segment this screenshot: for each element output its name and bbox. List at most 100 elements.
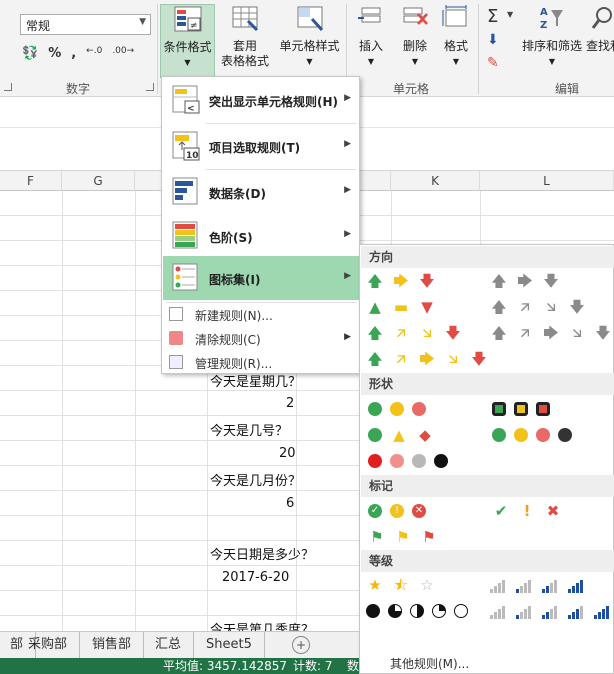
grid-line	[135, 191, 136, 631]
submenu-arrow-icon: ▶	[344, 332, 351, 342]
format-button[interactable]: 格式 ▼	[438, 4, 474, 69]
icon-set-4-red-to-black[interactable]	[368, 450, 448, 472]
prev-group-launcher[interactable]	[4, 83, 12, 91]
menu-data-bars[interactable]: 数据条(D) ▶	[163, 170, 359, 214]
add-sheet-icon[interactable]: +	[292, 636, 310, 654]
icon-set-5-arrows-colored[interactable]: 🡅 🡭 🡆 🡮 🡇	[366, 348, 488, 370]
boxes-4-icon	[366, 630, 382, 644]
menu-icon-sets[interactable]: 图标集(I) ▶	[163, 256, 359, 300]
delete-button[interactable]: 删除 ▼	[396, 4, 434, 69]
cell-answer-day[interactable]: 20	[279, 446, 296, 461]
check-circle-icon: ✓	[368, 504, 382, 518]
x-icon: ✖	[546, 502, 560, 520]
yellow-flag-icon: ⚑	[396, 528, 410, 546]
column-header-k[interactable]: K	[391, 171, 480, 191]
menu-manage-rules[interactable]: 管理规则(R)...	[163, 351, 359, 373]
arrow-upright-icon: 🡭	[396, 350, 406, 368]
pink-circle-icon	[390, 454, 404, 468]
sheet-tab-purchasing[interactable]: 采购部	[16, 632, 81, 658]
signal-bars-icon	[594, 603, 612, 619]
exclamation-circle-icon: !	[390, 504, 404, 518]
color-scales-icon	[172, 221, 198, 249]
cell-question-date[interactable]: 今天日期是多少？	[210, 544, 314, 563]
sort-filter-button[interactable]: A Z 排序和筛选 ▼	[520, 4, 584, 69]
icon-set-3-arrows-colored[interactable]: 🡅 🡆 🡇	[366, 270, 436, 292]
icon-set-3-arrows-gray[interactable]: 🡅 🡆 🡇	[490, 270, 560, 292]
number-format-dropdown[interactable]: 常规 ▼	[20, 14, 151, 35]
increase-decimal-button[interactable]: ←.0	[86, 46, 102, 61]
red-light-icon	[536, 402, 550, 416]
green-circle-icon	[368, 428, 382, 442]
menu-color-scales[interactable]: 色阶(S) ▶	[163, 214, 359, 258]
format-label: 格式	[443, 39, 468, 53]
menu-item-label: 图标集(I)	[209, 273, 261, 287]
icon-set-5-quarters[interactable]	[366, 600, 468, 622]
menu-item-label: 管理规则(R)...	[195, 357, 273, 371]
insert-cells-icon	[358, 7, 381, 23]
icon-set-4-ratings[interactable]	[490, 574, 586, 596]
icon-set-5-boxes[interactable]	[366, 626, 478, 648]
star-half-icon: ⯪	[393, 576, 409, 594]
icon-set-3-triangles[interactable]: ▲ ▬ ▼	[366, 296, 436, 318]
cell-answer-month[interactable]: 6	[286, 496, 294, 511]
icon-set-3-traffic-lights[interactable]	[368, 398, 426, 420]
column-header-g[interactable]: G	[62, 171, 135, 191]
cell-question-day[interactable]: 今天是几号？	[210, 420, 288, 439]
find-select-label: 查找和	[586, 39, 614, 53]
icon-set-3-symbols-circled[interactable]: ✓ ! ✕	[368, 500, 426, 522]
cell-styles-button[interactable]: 单元格样式 ▼	[277, 4, 342, 69]
find-select-button[interactable]: 查找和	[586, 4, 614, 54]
icon-set-5-ratings[interactable]	[490, 600, 612, 622]
cell-question-month[interactable]: 今天是几月份？	[210, 470, 301, 489]
icon-set-5-arrows-gray[interactable]: 🡅 🡭 🡆 🡮 🡇	[490, 322, 612, 344]
sort-filter-label: 排序和筛选	[521, 39, 582, 53]
sheet-tab-sales[interactable]: 销售部	[80, 632, 145, 658]
icon-set-3-flags[interactable]: ⚑ ⚑ ⚑	[368, 526, 438, 548]
arrow-downright-icon: 🡮	[546, 298, 556, 316]
number-group-launcher[interactable]	[146, 83, 154, 91]
arrow-upright-icon: 🡭	[520, 298, 530, 316]
decrease-decimal-button[interactable]: .00→	[112, 46, 134, 61]
icon-set-4-arrows-gray[interactable]: 🡅 🡭 🡮 🡇	[490, 296, 586, 318]
arrow-up-icon: 🡅	[367, 350, 383, 368]
menu-item-label: 突出显示单元格规则(H)	[209, 95, 339, 109]
icon-set-3-traffic-lights-rimmed[interactable]	[492, 398, 550, 420]
clear-icon[interactable]: ✎	[487, 55, 499, 71]
menu-top-bottom-rules[interactable]: 10 项目选取规则(T) ▶	[163, 124, 359, 168]
cell-answer-date[interactable]: 2017-6-20	[222, 570, 289, 585]
cell-answer-weekday[interactable]: 2	[286, 396, 294, 411]
accounting-format-icon[interactable]: 💱	[22, 46, 38, 61]
menu-new-rule[interactable]: 新建规则(N)...	[163, 303, 359, 325]
icon-set-3-stars[interactable]: ★ ⯪ ☆	[366, 574, 436, 596]
comma-button[interactable]: ,	[71, 46, 76, 61]
sheet-tab-sheet5[interactable]: Sheet5	[194, 632, 265, 658]
star-full-icon: ★	[368, 576, 382, 594]
boxes-2-icon	[414, 630, 430, 644]
menu-highlight-cells-rules[interactable]: < 突出显示单元格规则(H) ▶	[163, 78, 359, 122]
insert-button[interactable]: 插入 ▼	[352, 4, 390, 69]
icon-set-3-signs[interactable]: ▲ ◆	[368, 424, 434, 446]
column-header-f[interactable]: F	[0, 171, 62, 191]
icon-set-4-traffic-lights[interactable]	[492, 424, 572, 446]
autosum-icon[interactable]: Σ	[487, 6, 498, 27]
delete-cells-icon	[403, 7, 428, 25]
arrow-right-icon: 🡆	[393, 272, 409, 290]
icon-set-4-arrows-colored[interactable]: 🡅 🡭 🡮 🡇	[366, 322, 462, 344]
conditional-format-button[interactable]: ≠ 条件格式 ▼	[160, 4, 215, 78]
percent-button[interactable]: %	[48, 46, 61, 61]
green-circle-icon	[492, 428, 506, 442]
status-average: 平均值: 3457.142857	[163, 659, 288, 673]
gray-circle-icon	[412, 454, 426, 468]
menu-clear-rules[interactable]: 清除规则(C) ▶	[163, 327, 359, 349]
boxes-0-icon	[462, 630, 478, 644]
sheet-tab-summary[interactable]: 汇总	[143, 632, 195, 658]
magnifier-icon	[591, 7, 612, 29]
column-header-l[interactable]: L	[480, 171, 614, 191]
format-as-table-button[interactable]: 套用 表格格式	[216, 4, 274, 69]
more-rules-link[interactable]: 其他规则(M)...	[390, 655, 469, 672]
fill-icon[interactable]: ⬇	[487, 32, 499, 48]
arrow-down-icon: 🡇	[543, 272, 559, 290]
editing-group-label: 编辑	[555, 82, 580, 96]
icon-set-3-symbols[interactable]: ✔ ! ✖	[492, 500, 562, 522]
check-icon: ✔	[494, 502, 508, 520]
